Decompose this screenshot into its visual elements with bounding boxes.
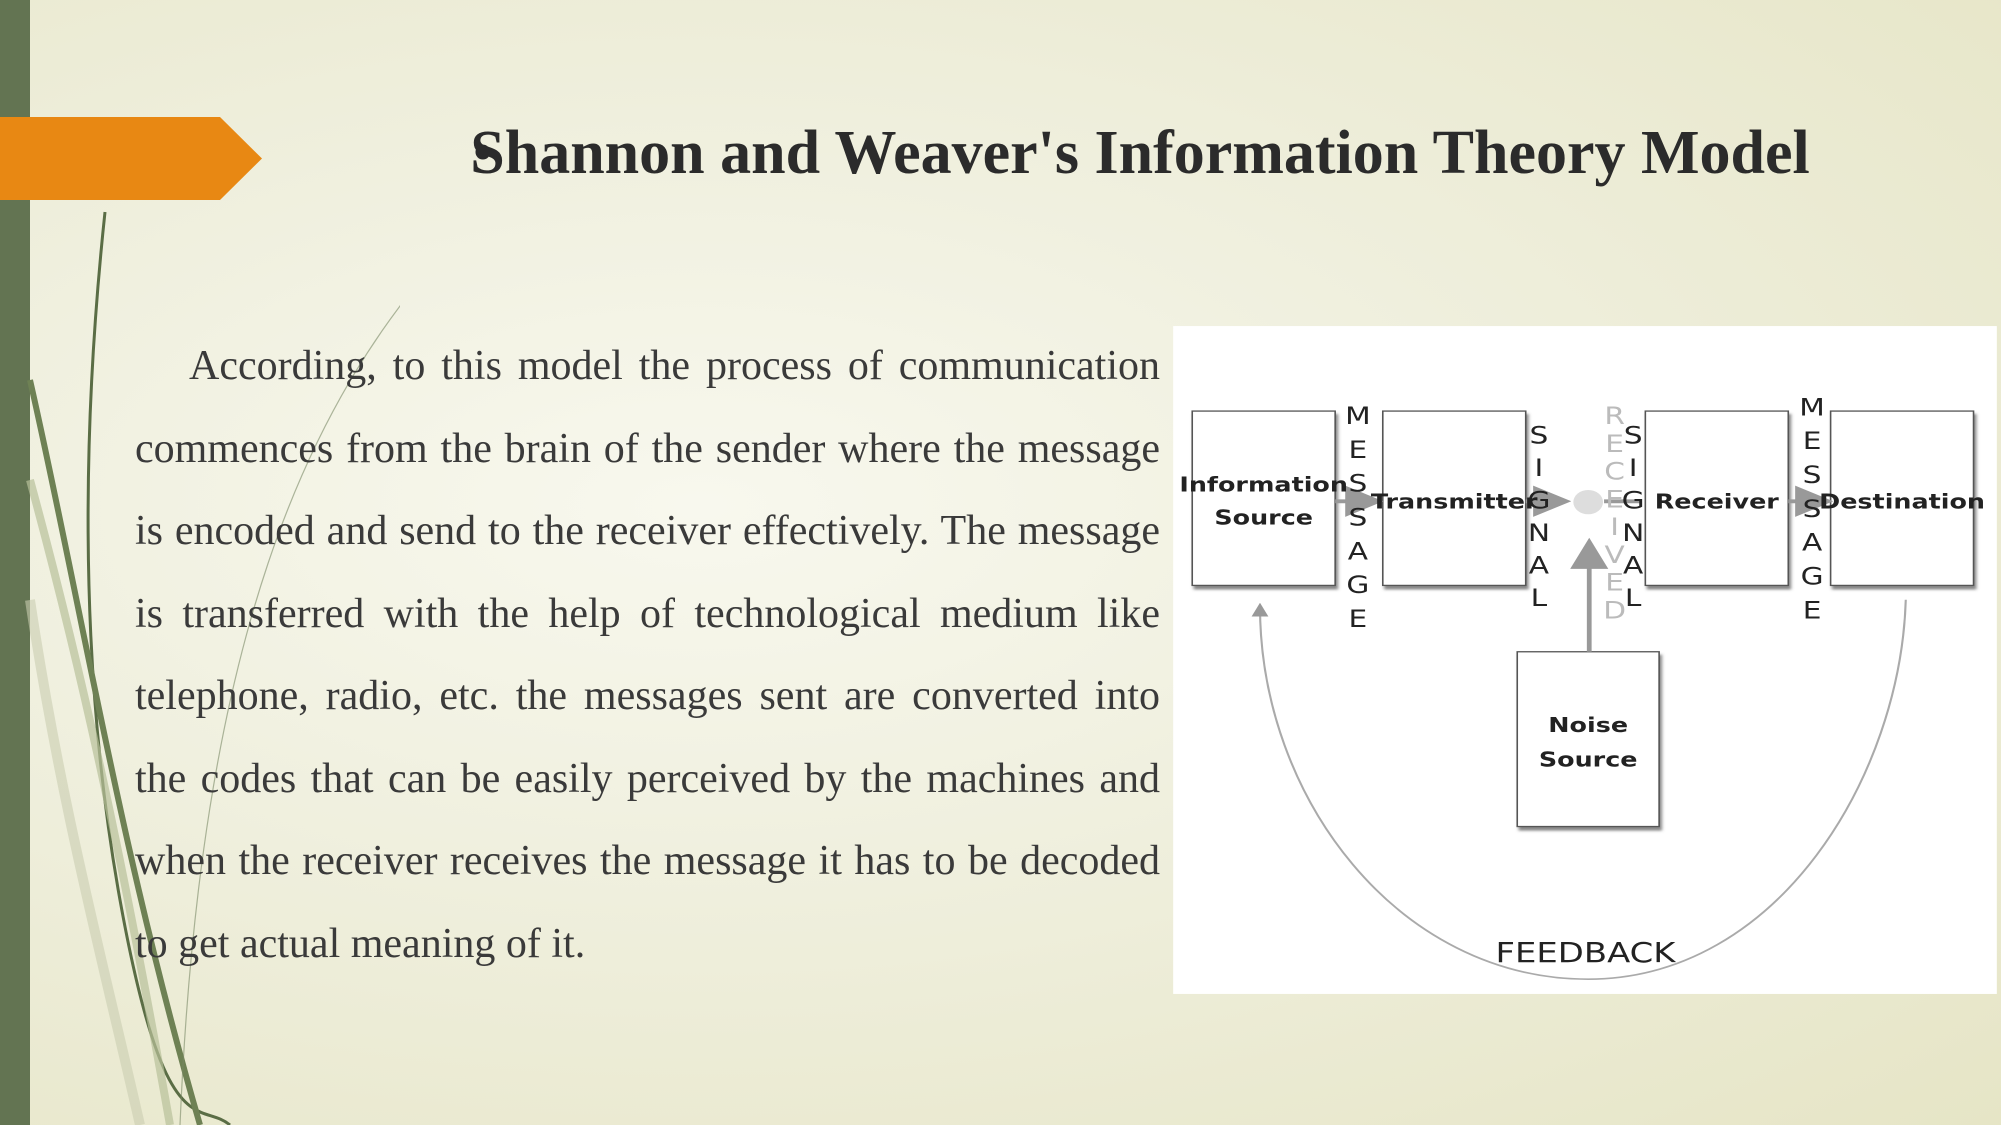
slide-title: Shannon and Weaver's Information Theory …	[470, 119, 1810, 187]
channel-node	[1573, 490, 1603, 515]
noise-source-label-1: Noise	[1548, 713, 1628, 737]
info-source-label-2: Source	[1214, 506, 1313, 530]
orange-arrow-shape	[0, 117, 262, 200]
info-source-label-1: Information	[1179, 472, 1348, 496]
body-paragraph: According, to this model the process of …	[135, 343, 1160, 967]
shannon-weaver-diagram: Information Source Transmitter Receiver …	[1173, 326, 1997, 994]
destination-label: Destination	[1819, 490, 1985, 514]
noise-source-label-2: Source	[1539, 748, 1638, 772]
label-message1: MESSAGE	[1345, 403, 1371, 634]
feedback-label: FEEDBACK	[1496, 937, 1677, 969]
transmitter-label: Transmitter	[1371, 490, 1538, 514]
noise-source-box	[1516, 651, 1660, 828]
label-message2: MESSAGE	[1799, 394, 1825, 625]
receiver-label: Receiver	[1655, 490, 1780, 514]
info-source-box	[1191, 410, 1336, 587]
